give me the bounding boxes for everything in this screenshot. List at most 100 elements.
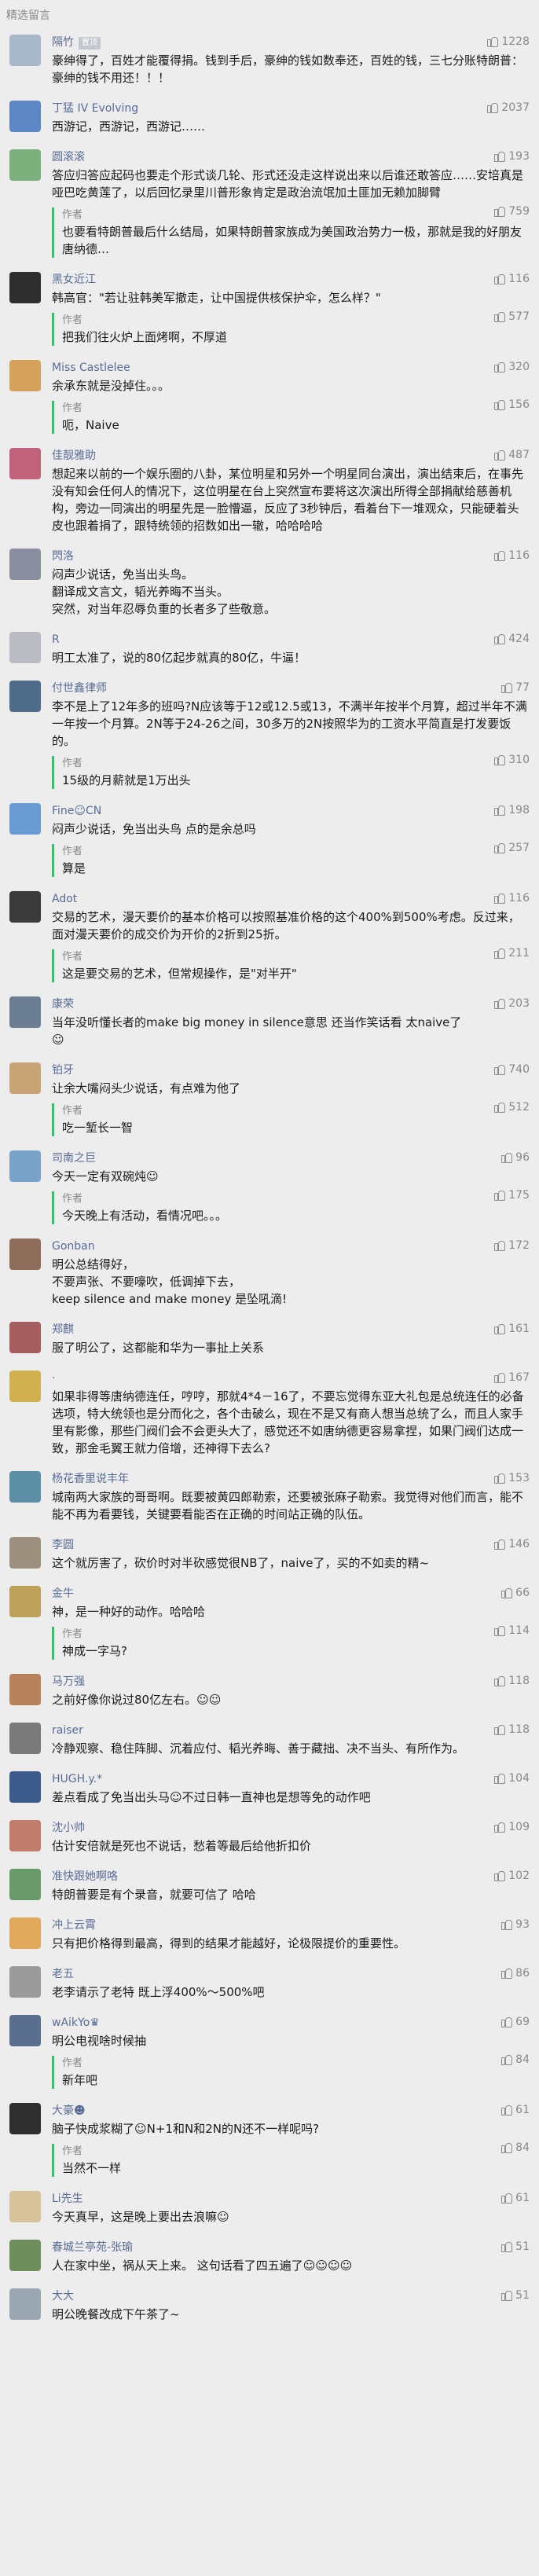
commenter-name[interactable]: 郑麒 — [52, 1323, 74, 1336]
commenter-name[interactable]: 铂牙 — [52, 1064, 74, 1077]
commenter-name[interactable]: 黑女近江 — [52, 273, 96, 286]
like-button[interactable]: 759 — [494, 205, 530, 218]
commenter-name[interactable]: 付世鑫律师 — [52, 682, 107, 695]
avatar[interactable] — [9, 996, 41, 1028]
commenter-name[interactable]: 大豪☻ — [52, 2104, 86, 2117]
like-button[interactable]: 203 — [494, 993, 530, 1014]
like-button[interactable]: 424 — [494, 629, 530, 649]
commenter-name[interactable]: 康荣 — [52, 998, 74, 1011]
avatar[interactable] — [9, 1322, 41, 1353]
commenter-name[interactable]: 杨花香里说丰年 — [52, 1473, 129, 1485]
commenter-name[interactable]: 司南之巨 — [52, 1152, 96, 1165]
avatar[interactable] — [9, 101, 41, 132]
like-button[interactable]: 161 — [494, 1319, 530, 1339]
commenter-name[interactable]: Adot — [52, 893, 77, 905]
like-button[interactable]: 84 — [501, 2141, 530, 2154]
commenter-name[interactable]: 春城兰亭苑-张瑜 — [52, 2241, 133, 2254]
avatar[interactable] — [9, 549, 41, 580]
commenter-name[interactable]: 圆滚滚 — [52, 151, 85, 163]
like-button[interactable]: 51 — [501, 2285, 530, 2306]
commenter-name[interactable]: 老五 — [52, 1968, 74, 1980]
avatar[interactable] — [9, 1966, 41, 1998]
avatar[interactable] — [9, 1674, 41, 1705]
like-button[interactable]: 320 — [494, 357, 530, 377]
commenter-name[interactable]: 马万强 — [52, 1675, 85, 1688]
commenter-name[interactable]: 李圆 — [52, 1539, 74, 1551]
like-button[interactable]: 172 — [494, 1235, 530, 1256]
like-button[interactable]: 156 — [494, 398, 530, 411]
commenter-name[interactable]: Fine☺CN — [52, 805, 101, 817]
avatar[interactable] — [9, 35, 41, 66]
like-button[interactable]: 66 — [501, 1583, 530, 1603]
like-button[interactable]: 84 — [501, 2053, 530, 2066]
like-button[interactable]: 198 — [494, 800, 530, 820]
avatar[interactable] — [9, 632, 41, 663]
like-button[interactable]: 257 — [494, 842, 530, 854]
like-button[interactable]: 1228 — [487, 31, 530, 52]
like-button[interactable]: 2037 — [487, 97, 530, 118]
like-button[interactable]: 114 — [494, 1624, 530, 1637]
avatar[interactable] — [9, 1150, 41, 1182]
commenter-name[interactable]: 大大 — [52, 2290, 74, 2303]
like-button[interactable]: 116 — [494, 545, 530, 566]
avatar[interactable] — [9, 1820, 41, 1851]
commenter-name[interactable]: HUGH.y.* — [52, 1773, 102, 1785]
like-button[interactable]: 116 — [494, 888, 530, 908]
avatar[interactable] — [9, 2103, 41, 2134]
avatar[interactable] — [9, 360, 41, 391]
like-button[interactable]: 116 — [494, 269, 530, 289]
like-button[interactable]: 118 — [494, 1671, 530, 1691]
like-button[interactable]: 153 — [494, 1468, 530, 1488]
commenter-name[interactable]: 隔竹 — [52, 36, 74, 49]
commenter-name[interactable]: 准快跟她啊咯 — [52, 1870, 118, 1883]
like-button[interactable]: 93 — [501, 1914, 530, 1935]
like-button[interactable]: 61 — [501, 2188, 530, 2208]
like-button[interactable]: 146 — [494, 1534, 530, 1554]
like-button[interactable]: 193 — [494, 146, 530, 167]
avatar[interactable] — [9, 149, 41, 181]
commenter-name[interactable]: 冲上云霄 — [52, 1919, 96, 1932]
avatar[interactable] — [9, 1062, 41, 1094]
like-button[interactable]: 211 — [494, 947, 530, 960]
commenter-name[interactable]: Miss Castlelee — [52, 361, 130, 374]
commenter-name[interactable]: 佳靓雅助 — [52, 450, 96, 462]
like-button[interactable]: 69 — [501, 2012, 530, 2032]
like-button[interactable]: 61 — [501, 2100, 530, 2120]
like-button[interactable]: 577 — [494, 310, 530, 323]
like-button[interactable]: 310 — [494, 754, 530, 766]
like-button[interactable]: 512 — [494, 1101, 530, 1114]
avatar[interactable] — [9, 803, 41, 835]
avatar[interactable] — [9, 1869, 41, 1900]
avatar[interactable] — [9, 1238, 41, 1270]
avatar[interactable] — [9, 2240, 41, 2271]
like-button[interactable]: 77 — [501, 677, 530, 698]
avatar[interactable] — [9, 1771, 41, 1803]
like-button[interactable]: 740 — [494, 1059, 530, 1080]
avatar[interactable] — [9, 681, 41, 712]
avatar[interactable] — [9, 1586, 41, 1617]
like-button[interactable]: 167 — [494, 1367, 530, 1388]
commenter-name[interactable]: 沈小帅 — [52, 1822, 85, 1834]
commenter-name[interactable]: 閃洛 — [52, 550, 74, 563]
like-button[interactable]: 104 — [494, 1768, 530, 1789]
commenter-name[interactable]: Gonban — [52, 1240, 95, 1253]
avatar[interactable] — [9, 272, 41, 303]
commenter-name[interactable]: wAikYo♛ — [52, 2016, 100, 2029]
commenter-name[interactable]: 金牛 — [52, 1587, 74, 1600]
like-button[interactable]: 86 — [501, 1963, 530, 1983]
avatar[interactable] — [9, 2191, 41, 2222]
commenter-name[interactable]: R — [52, 633, 60, 646]
avatar[interactable] — [9, 2288, 41, 2320]
commenter-name[interactable]: Li先生 — [52, 2193, 83, 2205]
like-button[interactable]: 102 — [494, 1866, 530, 1886]
like-button[interactable]: 109 — [494, 1817, 530, 1837]
avatar[interactable] — [9, 1917, 41, 1949]
like-button[interactable]: 96 — [501, 1147, 530, 1168]
avatar[interactable] — [9, 1371, 41, 1402]
like-button[interactable]: 487 — [494, 445, 530, 465]
avatar[interactable] — [9, 448, 41, 479]
avatar[interactable] — [9, 2015, 41, 2046]
avatar[interactable] — [9, 1723, 41, 1754]
like-button[interactable]: 175 — [494, 1189, 530, 1202]
commenter-name[interactable]: raiser — [52, 1724, 83, 1737]
